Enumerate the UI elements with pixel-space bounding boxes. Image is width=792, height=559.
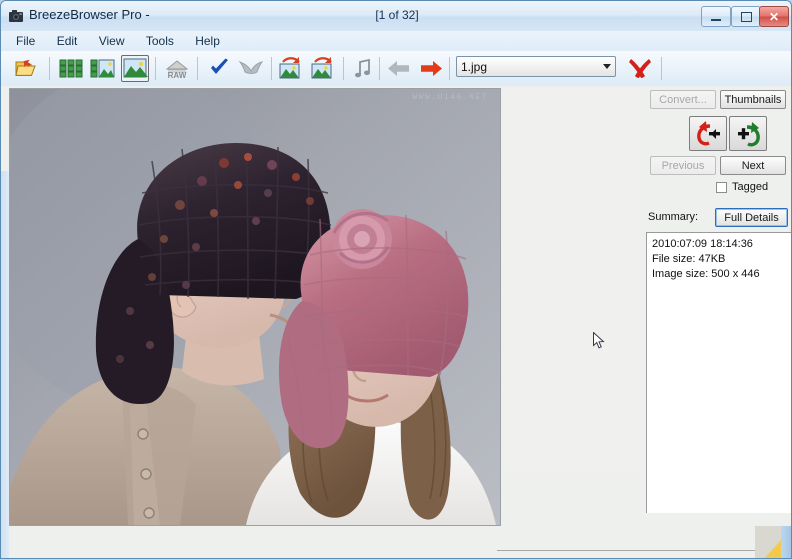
desktop-wedge-yellow-2: [763, 540, 781, 558]
menu-item-view[interactable]: View: [90, 32, 134, 50]
histogram-separator: [497, 550, 789, 551]
raw-icon[interactable]: RAW: [163, 55, 191, 82]
summary-label: Summary:: [648, 211, 699, 223]
toolbar: RAW 1.jpg: [1, 51, 791, 87]
menu-item-edit[interactable]: Edit: [48, 32, 87, 50]
previous-label: Previous: [661, 159, 705, 172]
menu-bar: File Edit View Tools Help: [1, 31, 791, 51]
thumbnails-label: Thumbnails: [724, 93, 782, 106]
convert-label: Convert...: [659, 93, 707, 106]
rotate-right-image-icon[interactable]: [309, 55, 337, 82]
thumbnail-detail-icon[interactable]: [89, 55, 117, 82]
menu-item-file[interactable]: File: [7, 32, 44, 50]
rotate-counterclockwise-icon: [697, 120, 720, 145]
arrow-right-icon[interactable]: [417, 55, 445, 82]
photo-watermark: WWW.U146.NET: [412, 93, 488, 102]
image-view-icon[interactable]: [121, 55, 149, 82]
desktop-corner-background: [755, 526, 791, 558]
image-counter: [1 of 32]: [375, 8, 419, 22]
summary-header-row: Summary: Full Details: [646, 208, 791, 228]
next-button[interactable]: Next: [720, 156, 786, 175]
summary-line-filesize: File size: 47KB: [652, 253, 726, 265]
maximize-icon: [732, 7, 760, 26]
desktop-wedge-blue: [781, 526, 791, 558]
mouse-arrow-cursor: [593, 331, 605, 350]
arrow-left-icon[interactable]: [385, 55, 413, 82]
maximize-button[interactable]: [731, 6, 761, 27]
file-select-combo[interactable]: 1.jpg: [456, 56, 616, 77]
tagged-checkbox[interactable]: [716, 181, 727, 193]
next-label: Next: [741, 159, 765, 172]
menu-item-help[interactable]: Help: [186, 32, 229, 50]
main-area: WWW.U146.NET Convert... Thumbnails Previ…: [1, 86, 791, 558]
close-button[interactable]: ✕: [759, 6, 789, 27]
rotate-left-image-icon[interactable]: [277, 55, 305, 82]
file-select-value: 1.jpg: [461, 60, 488, 74]
bird-icon[interactable]: [237, 55, 265, 82]
open-folder-icon[interactable]: [13, 55, 41, 82]
close-icon: ✕: [768, 9, 780, 24]
rotate-left-button[interactable]: [689, 116, 727, 151]
convert-button[interactable]: Convert...: [650, 90, 716, 109]
rotate-clockwise-icon: [738, 121, 760, 146]
menu-item-tools[interactable]: Tools: [137, 32, 183, 50]
tagged-checkbox-row[interactable]: Tagged: [716, 179, 791, 195]
full-details-label: Full Details: [724, 211, 779, 224]
chevron-down-icon: [603, 64, 611, 69]
photo-viewer[interactable]: WWW.U146.NET: [9, 88, 501, 526]
thumbnail-grid-icon[interactable]: [57, 55, 85, 82]
svg-text:RAW: RAW: [168, 71, 187, 80]
red-x-delete-icon[interactable]: [626, 55, 654, 82]
thumbnails-button[interactable]: Thumbnails: [720, 90, 786, 109]
music-note-icon[interactable]: [349, 55, 377, 82]
summary-details-box: 2010:07:09 18:14:36 File size: 47KB Imag…: [646, 232, 791, 513]
summary-line-imagesize: Image size: 500 x 446: [652, 268, 760, 280]
full-details-button[interactable]: Full Details: [715, 208, 788, 227]
tagged-label: Tagged: [732, 181, 769, 193]
application-window: BreezeBrowser Pro - [1 of 32] ✕ File Edi…: [0, 0, 792, 559]
title-bar: BreezeBrowser Pro - [1 of 32] ✕: [1, 1, 791, 32]
minimize-button[interactable]: [701, 6, 731, 27]
right-control-panel: Convert... Thumbnails Previous Next Tagg…: [641, 86, 791, 558]
photo-image: [10, 89, 500, 525]
previous-button[interactable]: Previous: [650, 156, 716, 175]
rotate-right-button[interactable]: [729, 116, 767, 151]
workspace-blank-pane: [503, 88, 639, 473]
checkmark-icon[interactable]: [205, 55, 233, 82]
window-left-edge: [1, 171, 9, 558]
summary-line-datetime: 2010:07:09 18:14:36: [652, 238, 753, 250]
minimize-icon: [702, 7, 730, 26]
